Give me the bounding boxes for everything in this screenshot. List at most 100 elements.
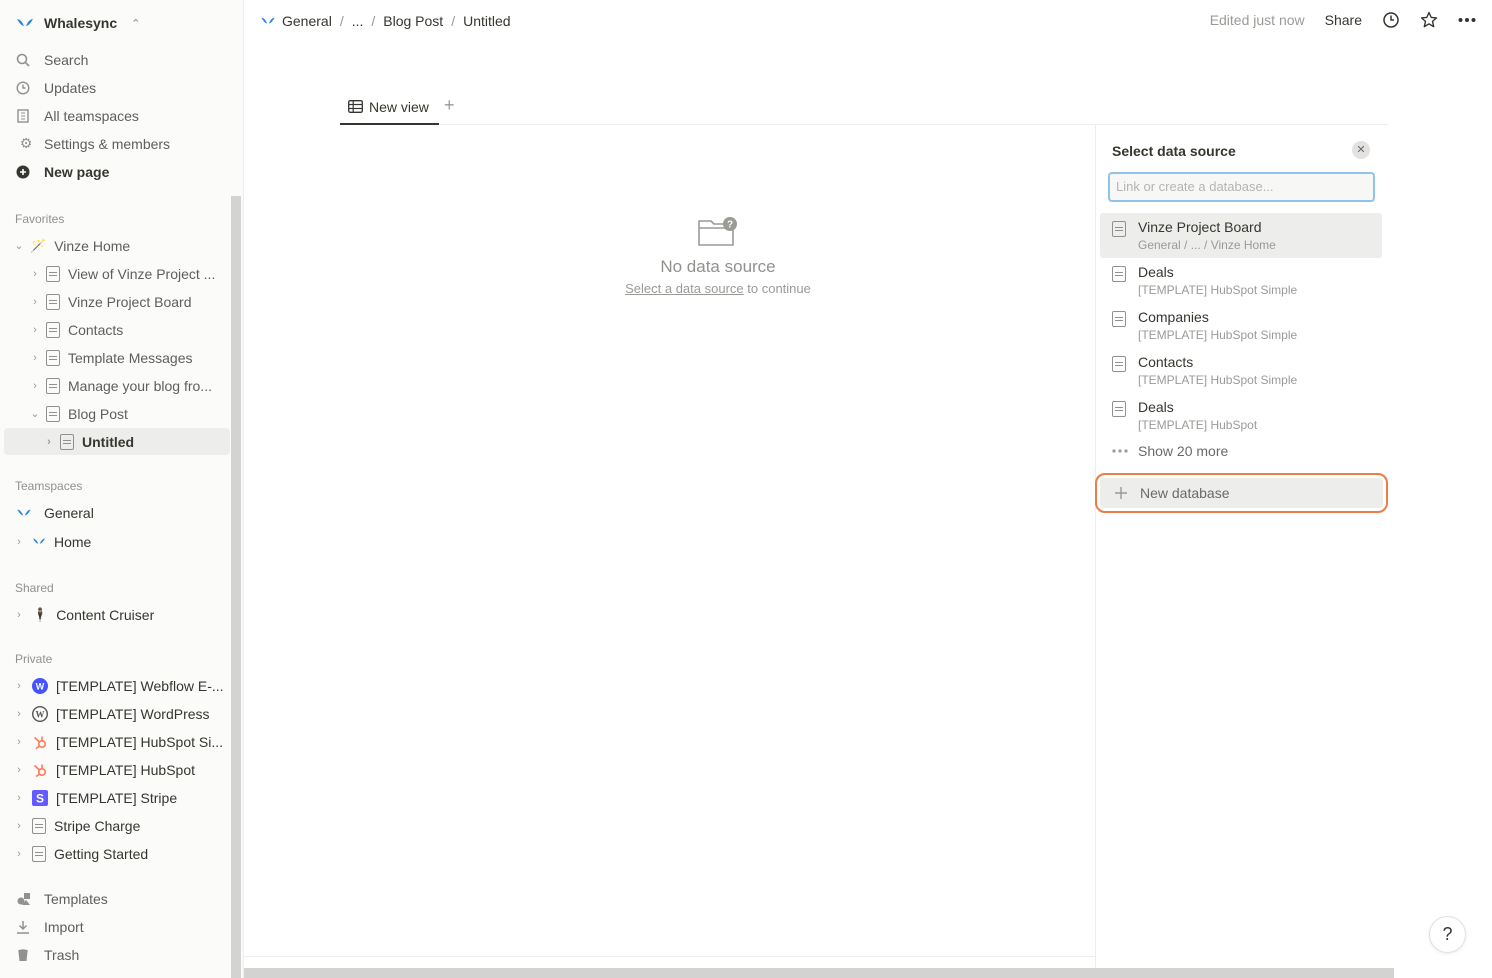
page-icon <box>1112 356 1126 372</box>
sidebar-updates[interactable]: Updates <box>4 74 230 101</box>
sidebar-item-label: New page <box>44 163 110 180</box>
teamspaces-heading: Teamspaces <box>15 479 83 493</box>
sidebar-templates[interactable]: Templates <box>4 885 230 912</box>
close-icon[interactable]: ✕ <box>1352 141 1370 159</box>
more-options-icon[interactable] <box>1458 17 1476 23</box>
chevron-right-icon[interactable]: › <box>28 296 42 308</box>
sidebar-item-label: [TEMPLATE] HubSpot Si... <box>56 733 224 750</box>
sidebar-item-view-of-vinze[interactable]: › View of Vinze Project ... <box>4 260 230 287</box>
breadcrumb-general[interactable]: General <box>282 13 332 29</box>
chevron-right-icon[interactable]: › <box>12 736 26 748</box>
sidebar-item-wordpress[interactable]: › W [TEMPLATE] WordPress <box>4 700 230 727</box>
chevron-right-icon[interactable]: › <box>12 848 26 860</box>
sidebar-item-label: All teamspaces <box>44 107 139 124</box>
breadcrumb-separator: / <box>339 13 344 29</box>
folder-question-icon: ? <box>560 215 876 247</box>
help-button[interactable]: ? <box>1429 916 1466 953</box>
sidebar-item-blog-post[interactable]: ⌄ Blog Post <box>4 400 230 427</box>
data-source-name: Deals <box>1138 399 1174 415</box>
chevron-updown-icon: ⌃ <box>131 17 141 30</box>
page-icon <box>46 377 60 394</box>
sidebar-new-page[interactable]: New page <box>4 158 230 185</box>
sidebar-item-contacts[interactable]: › Contacts <box>4 316 230 343</box>
sidebar-item-label: Blog Post <box>68 405 128 422</box>
sidebar-all-teamspaces[interactable]: All teamspaces <box>4 102 230 129</box>
sidebar-item-vinze-project-board[interactable]: › Vinze Project Board <box>4 288 230 315</box>
new-database-highlight: New database <box>1095 473 1388 513</box>
topbar-actions: Edited just now Share <box>1210 11 1476 29</box>
data-source-path: [TEMPLATE] HubSpot Simple <box>1138 283 1298 297</box>
chevron-right-icon[interactable]: › <box>12 708 26 720</box>
chevron-right-icon[interactable]: › <box>28 268 42 280</box>
sidebar-item-label: Contacts <box>68 321 124 338</box>
data-source-item[interactable]: Vinze Project Board General / ... / Vinz… <box>1100 213 1382 258</box>
breadcrumb-blog-post[interactable]: Blog Post <box>383 13 443 29</box>
select-data-source-link[interactable]: Select a data source <box>625 281 744 296</box>
chevron-right-icon[interactable]: › <box>28 380 42 392</box>
history-icon[interactable] <box>1382 11 1400 29</box>
star-icon[interactable] <box>1420 11 1438 29</box>
sidebar-item-hubspot-simple[interactable]: › [TEMPLATE] HubSpot Si... <box>4 728 230 755</box>
breadcrumb-ellipsis[interactable]: ... <box>352 13 364 29</box>
page-icon <box>60 433 74 450</box>
sidebar-item-home[interactable]: › Home <box>4 528 230 555</box>
chevron-right-icon[interactable]: › <box>42 436 56 448</box>
sidebar-item-untitled[interactable]: › Untitled <box>4 428 230 455</box>
horizontal-scrollbar[interactable] <box>244 968 1394 978</box>
sidebar-settings[interactable]: ⚙ Settings & members <box>4 130 230 157</box>
sidebar-item-content-cruiser[interactable]: › 🕴 Content Cruiser <box>4 601 230 628</box>
sidebar-item-stripe[interactable]: › S [TEMPLATE] Stripe <box>4 784 230 811</box>
shapes-icon <box>16 892 36 906</box>
sidebar-item-getting-started[interactable]: › Getting Started <box>4 840 230 867</box>
wand-icon: 🪄 <box>30 237 47 253</box>
share-button[interactable]: Share <box>1325 12 1362 28</box>
data-source-item[interactable]: Deals [TEMPLATE] HubSpot <box>1100 393 1382 438</box>
chevron-right-icon[interactable]: › <box>12 764 26 776</box>
favorites-heading: Favorites <box>15 212 65 226</box>
sidebar-item-label: View of Vinze Project ... <box>68 265 216 282</box>
sidebar-import[interactable]: Import <box>4 913 230 940</box>
chevron-right-icon[interactable]: › <box>12 536 26 548</box>
plus-circle-icon <box>16 165 36 179</box>
sidebar-item-template-messages[interactable]: › Template Messages <box>4 344 230 371</box>
gear-icon: ⚙ <box>19 135 33 151</box>
sidebar-item-vinze-home[interactable]: ⌄ 🪄 Vinze Home <box>4 232 230 259</box>
show-more-button[interactable]: Show 20 more <box>1112 443 1228 459</box>
sidebar-item-stripe-charge[interactable]: › Stripe Charge <box>4 812 230 839</box>
data-source-item[interactable]: Deals [TEMPLATE] HubSpot Simple <box>1100 258 1382 303</box>
chevron-right-icon[interactable]: › <box>28 352 42 364</box>
database-search-input[interactable]: Link or create a database... <box>1108 172 1375 202</box>
wordpress-icon: W <box>32 705 48 722</box>
breadcrumb: General / ... / Blog Post / Untitled <box>260 13 511 29</box>
chevron-right-icon[interactable]: › <box>12 792 26 804</box>
data-source-item[interactable]: Companies [TEMPLATE] HubSpot Simple <box>1100 303 1382 348</box>
chevron-down-icon[interactable]: ⌄ <box>28 407 42 420</box>
sidebar-item-label: Trash <box>44 946 80 963</box>
page-icon <box>1112 221 1126 237</box>
page-icon <box>32 845 46 862</box>
chevron-down-icon[interactable]: ⌄ <box>12 239 26 252</box>
sidebar-item-hubspot[interactable]: › [TEMPLATE] HubSpot <box>4 756 230 783</box>
plus-icon <box>1114 486 1128 500</box>
sidebar-item-webflow[interactable]: › W [TEMPLATE] Webflow E-... <box>4 672 230 699</box>
new-database-button[interactable]: New database <box>1100 478 1383 508</box>
building-icon <box>16 108 36 123</box>
sidebar-trash[interactable]: Trash <box>4 941 230 968</box>
breadcrumb-untitled[interactable]: Untitled <box>463 13 510 29</box>
tab-new-view[interactable]: New view <box>340 90 439 125</box>
chevron-right-icon[interactable]: › <box>12 820 26 832</box>
sidebar-scrollbar[interactable] <box>231 196 241 978</box>
page-icon <box>1112 311 1126 327</box>
add-view-icon[interactable]: + <box>444 95 455 116</box>
sidebar-item-label: Templates <box>44 890 108 907</box>
chevron-right-icon[interactable]: › <box>28 324 42 336</box>
workspace-switcher[interactable]: Whalesync ⌃ <box>16 12 140 34</box>
sidebar-item-label: [TEMPLATE] HubSpot <box>56 761 196 778</box>
chevron-right-icon[interactable]: › <box>12 609 26 621</box>
data-source-item[interactable]: Contacts [TEMPLATE] HubSpot Simple <box>1100 348 1382 393</box>
sidebar-item-manage-blog[interactable]: › Manage your blog fro... <box>4 372 230 399</box>
sidebar-item-general[interactable]: General <box>4 499 230 526</box>
sidebar-search[interactable]: Search <box>4 46 230 73</box>
breadcrumb-separator: / <box>371 13 376 29</box>
chevron-right-icon[interactable]: › <box>12 680 26 692</box>
